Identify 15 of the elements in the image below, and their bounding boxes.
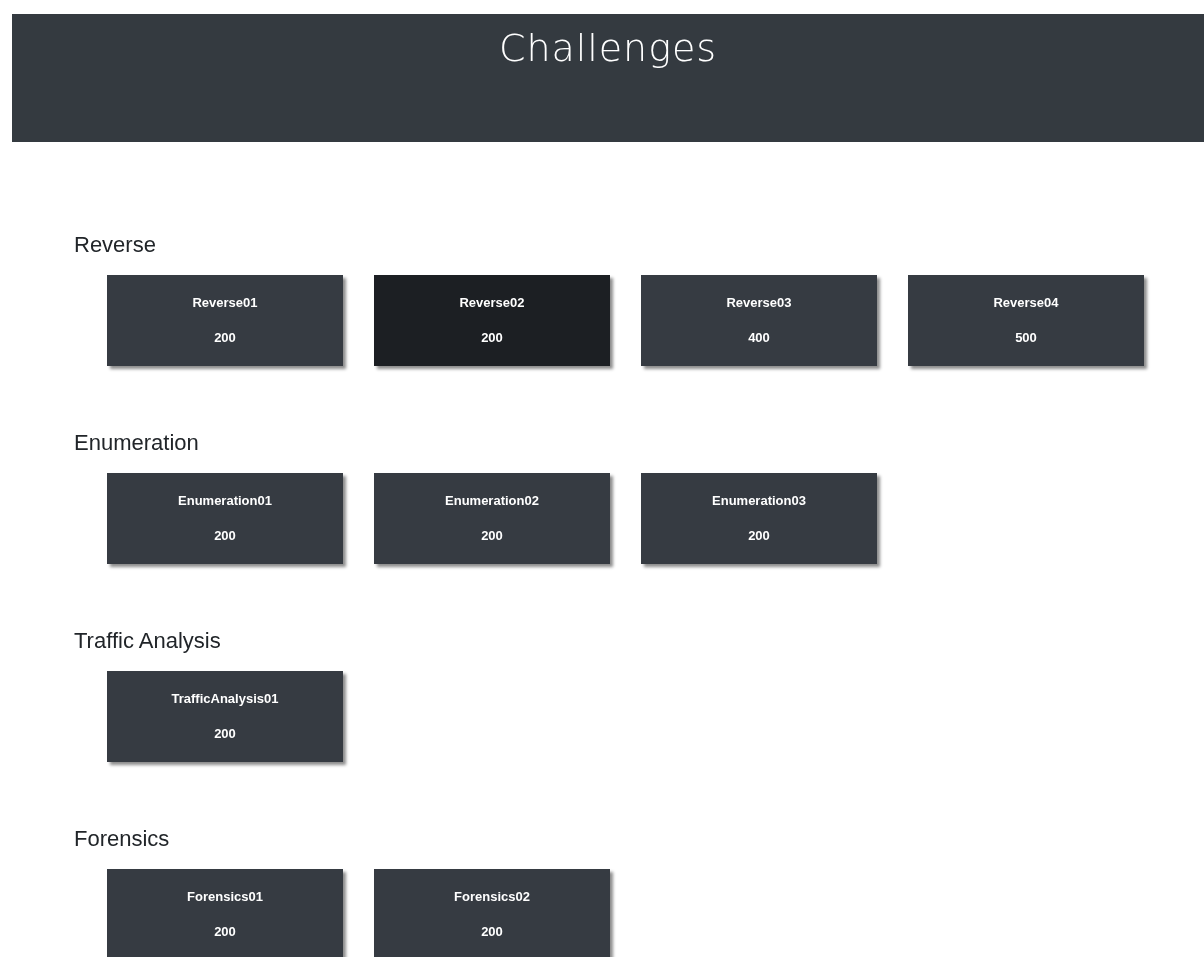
category-heading: Enumeration xyxy=(74,429,199,457)
challenge-card[interactable]: Forensics01 200 xyxy=(107,869,343,957)
challenge-card[interactable]: Reverse04 500 xyxy=(908,275,1144,366)
challenge-card[interactable]: Enumeration02 200 xyxy=(374,473,610,564)
challenge-card[interactable]: Reverse03 400 xyxy=(641,275,877,366)
category-heading: Traffic Analysis xyxy=(74,627,221,655)
challenge-card[interactable]: Forensics02 200 xyxy=(374,869,610,957)
challenge-card[interactable]: Reverse01 200 xyxy=(107,275,343,366)
page-title: Challenges xyxy=(499,26,717,70)
challenge-card[interactable]: TrafficAnalysis01 200 xyxy=(107,671,343,762)
category-heading: Reverse xyxy=(74,231,156,259)
challenge-card[interactable]: Reverse02 200 xyxy=(374,275,610,366)
challenge-card[interactable]: Enumeration01 200 xyxy=(107,473,343,564)
challenge-card[interactable]: Enumeration03 200 xyxy=(641,473,877,564)
category-heading: Forensics xyxy=(74,825,170,853)
